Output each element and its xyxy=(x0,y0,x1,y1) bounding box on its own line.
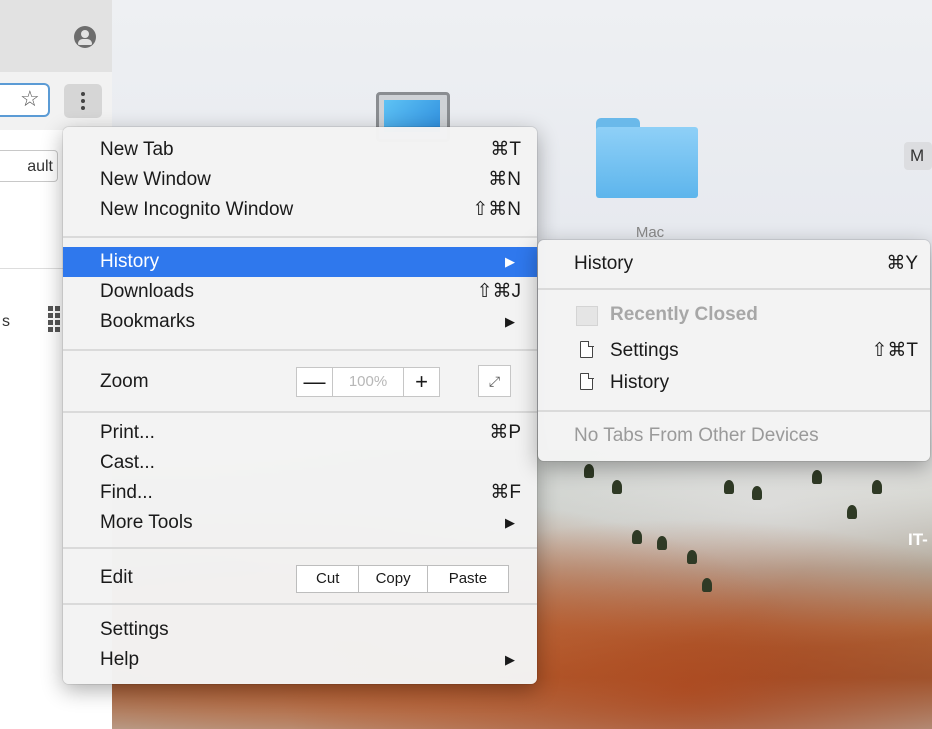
profile-icon[interactable] xyxy=(74,26,96,48)
tree-mark xyxy=(632,530,642,544)
tree-mark xyxy=(657,536,667,550)
star-icon[interactable]: ☆ xyxy=(20,86,40,112)
copy-button[interactable]: Copy xyxy=(359,566,428,592)
recent-item-shortcut: ⇧⌘T xyxy=(871,340,918,361)
recent-item-label: History xyxy=(610,372,670,393)
menu-separator xyxy=(63,603,537,605)
menu-item-shortcut: ⌘T xyxy=(490,139,521,160)
folder-label: Mac xyxy=(635,224,665,238)
partial-text: s xyxy=(2,313,10,330)
menu-item-label: More Tools xyxy=(100,512,193,533)
submenu-arrow-icon: ▶ xyxy=(505,652,515,667)
menu-item-shortcut: ⇧⌘N xyxy=(472,199,521,220)
folder-icon[interactable] xyxy=(596,118,698,198)
recent-item-settings[interactable]: Settings ⇧⌘T xyxy=(538,336,930,366)
tree-mark xyxy=(702,578,712,592)
no-tabs-label: No Tabs From Other Devices xyxy=(574,425,819,446)
menu-item-shortcut: ⇧⌘J xyxy=(476,281,521,302)
menu-item-shortcut: ⌘F xyxy=(490,482,521,503)
recent-item-label: Settings xyxy=(610,340,679,361)
menu-item-label: Settings xyxy=(100,619,169,640)
menu-separator xyxy=(63,349,537,351)
menu-item-label: New Incognito Window xyxy=(100,199,294,220)
menu-item-more-tools[interactable]: More Tools ▶ xyxy=(63,508,537,538)
submenu-arrow-icon: ▶ xyxy=(505,314,515,329)
edit-button-group: Cut Copy Paste xyxy=(296,565,509,593)
tree-mark xyxy=(872,480,882,494)
menu-item-downloads[interactable]: Downloads ⇧⌘J xyxy=(63,277,537,307)
submenu-item-label: History xyxy=(574,253,634,274)
menu-item-help[interactable]: Help ▶ xyxy=(63,645,537,675)
menu-item-shortcut: ⌘P xyxy=(489,422,521,443)
menu-item-zoom: Zoom — 100% + ⤢ xyxy=(63,360,537,404)
page-icon xyxy=(580,372,594,390)
menu-item-settings[interactable]: Settings xyxy=(63,615,537,645)
default-button[interactable]: ault xyxy=(0,150,58,182)
chrome-menu-button[interactable] xyxy=(64,84,102,118)
menu-separator xyxy=(538,410,930,412)
menu-separator xyxy=(63,236,537,238)
tree-mark xyxy=(752,486,762,500)
desktop-label-partial: IT- xyxy=(908,530,928,549)
menu-item-new-tab[interactable]: New Tab ⌘T xyxy=(63,135,537,165)
tree-mark xyxy=(847,505,857,519)
menu-item-label: New Window xyxy=(100,169,211,190)
menu-item-label: Find... xyxy=(100,482,153,503)
tree-mark xyxy=(687,550,697,564)
menu-item-edit: Edit Cut Copy Paste xyxy=(63,556,537,600)
no-tabs-message: No Tabs From Other Devices xyxy=(538,421,930,451)
kebab-icon xyxy=(81,106,85,110)
recent-item-history[interactable]: History xyxy=(538,368,930,398)
zoom-level: 100% xyxy=(333,367,403,397)
menu-item-label: Zoom xyxy=(100,371,149,392)
kebab-icon xyxy=(81,99,85,103)
fullscreen-icon[interactable]: ⤢ xyxy=(478,365,511,397)
cut-button[interactable]: Cut xyxy=(297,566,360,592)
menu-item-bookmarks[interactable]: Bookmarks ▶ xyxy=(63,307,537,337)
history-submenu: History ⌘Y Recently Closed Settings ⇧⌘T … xyxy=(538,240,930,461)
menu-item-label: Help xyxy=(100,649,140,670)
menu-item-label: Cast... xyxy=(100,452,155,473)
menu-item-find[interactable]: Find... ⌘F xyxy=(63,478,537,508)
menu-item-label: New Tab xyxy=(100,139,174,160)
submenu-arrow-icon: ▶ xyxy=(505,515,515,530)
menu-item-label: Print... xyxy=(100,422,155,443)
page-icon xyxy=(580,340,594,358)
submenu-item-history[interactable]: History ⌘Y xyxy=(538,249,930,279)
menu-item-cast[interactable]: Cast... xyxy=(63,448,537,478)
menu-item-label: Downloads xyxy=(100,281,194,302)
menu-item-shortcut: ⌘N xyxy=(488,169,521,190)
desktop-item-partial[interactable]: M xyxy=(904,142,932,170)
menu-item-new-incognito-window[interactable]: New Incognito Window ⇧⌘N xyxy=(63,195,537,225)
menu-separator xyxy=(538,288,930,290)
zoom-in-button[interactable]: + xyxy=(403,367,440,397)
menu-item-label: History xyxy=(100,251,160,272)
recently-closed-heading: Recently Closed xyxy=(538,300,930,330)
paste-button[interactable]: Paste xyxy=(428,566,508,592)
tree-mark xyxy=(724,480,734,494)
submenu-arrow-icon: ▶ xyxy=(505,254,515,269)
menu-separator xyxy=(63,547,537,549)
menu-separator xyxy=(63,411,537,413)
tree-mark xyxy=(812,470,822,484)
menu-item-new-window[interactable]: New Window ⌘N xyxy=(63,165,537,195)
submenu-item-shortcut: ⌘Y xyxy=(886,253,918,274)
kebab-icon xyxy=(81,92,85,96)
menu-item-label: Bookmarks xyxy=(100,311,196,332)
menu-item-history[interactable]: History ▶ xyxy=(63,247,537,277)
zoom-out-button[interactable]: — xyxy=(296,367,333,397)
folder-body xyxy=(596,127,698,198)
tree-mark xyxy=(612,480,622,494)
apps-grid-icon[interactable] xyxy=(48,306,62,336)
recently-closed-label: Recently Closed xyxy=(610,304,758,325)
menu-item-label: Edit xyxy=(100,567,133,588)
recently-closed-icon xyxy=(576,306,598,326)
tree-mark xyxy=(584,464,594,478)
menu-item-print[interactable]: Print... ⌘P xyxy=(63,418,537,448)
chrome-main-menu: New Tab ⌘T New Window ⌘N New Incognito W… xyxy=(63,127,537,684)
